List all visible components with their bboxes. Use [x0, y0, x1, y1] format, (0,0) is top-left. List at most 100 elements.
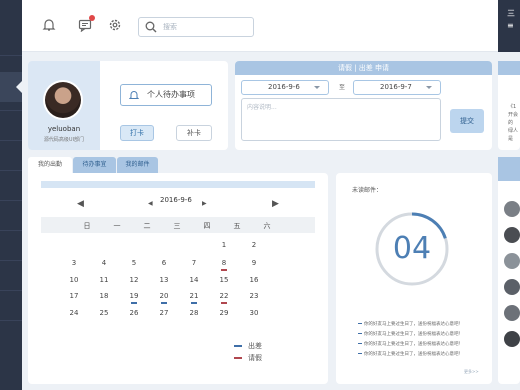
- contact-avatar[interactable]: [504, 279, 520, 295]
- mail-item[interactable]: 你的好友马上要过生日了，送份祝福表达心意吧！: [358, 341, 463, 347]
- calendar-day[interactable]: 18: [94, 292, 114, 300]
- avatar: [43, 80, 83, 120]
- submit-button[interactable]: 提交: [450, 109, 484, 133]
- sidebar-divider: [0, 140, 22, 141]
- search-input[interactable]: 搜索: [138, 17, 254, 37]
- right-panel-header: [498, 61, 520, 75]
- calendar-day[interactable]: 28: [184, 309, 204, 317]
- right-panel-text: 《1 开会的 绿人是: [508, 104, 519, 142]
- message-icon[interactable]: [78, 15, 95, 33]
- prev-month-icon[interactable]: ◀: [77, 199, 84, 209]
- calendar-day[interactable]: 14: [184, 276, 204, 284]
- calendar-day[interactable]: 25: [94, 309, 114, 317]
- start-date-select[interactable]: 2016-9-6: [241, 80, 329, 95]
- chevron-down-icon: [426, 86, 432, 92]
- sidebar-divider: [0, 55, 22, 56]
- calendar-day[interactable]: 17: [64, 292, 84, 300]
- calendar-day[interactable]: 15: [214, 276, 234, 284]
- calendar-day[interactable]: 23: [244, 292, 264, 300]
- top-bar: 搜索 三 ≡: [22, 0, 520, 52]
- calendar-day[interactable]: 30: [244, 309, 264, 317]
- legend-leave-swatch: [234, 357, 242, 359]
- calendar-day[interactable]: 21: [184, 292, 204, 300]
- right-panel-contacts: [498, 157, 520, 384]
- menu-icon: 三 ≡: [507, 9, 515, 30]
- search-placeholder: 搜索: [163, 23, 177, 31]
- username: yeluoban: [47, 125, 81, 133]
- more-link[interactable]: 更多>>: [464, 369, 479, 375]
- calendar-day[interactable]: 11: [94, 276, 114, 284]
- calendar-day[interactable]: 10: [64, 276, 84, 284]
- bell-icon[interactable]: [42, 17, 58, 33]
- prev-day-icon[interactable]: ◀: [148, 200, 153, 207]
- next-day-icon[interactable]: ▶: [202, 200, 207, 207]
- sidebar-item-active[interactable]: [0, 72, 22, 102]
- legend-leave: 请假: [234, 353, 262, 363]
- leave-request-card: 请假 | 出差 申请 2016-9-6 至 2016-9-7 内容说明... 提…: [235, 61, 492, 150]
- supplement-button[interactable]: 补卡: [176, 125, 212, 141]
- tab-mail[interactable]: 我的邮件: [117, 157, 158, 173]
- calendar-day[interactable]: 7: [184, 259, 204, 267]
- checkin-button[interactable]: 打卡: [120, 125, 154, 141]
- calendar-card: ◀ ◀ 2016-9-6 ▶ ▶ 日 一 二 三 四 五 六 123456789…: [28, 173, 328, 384]
- weekday-header: 日 一 二 三 四 五 六: [41, 217, 315, 233]
- calendar-day[interactable]: 9: [244, 259, 264, 267]
- calendar-day[interactable]: 24: [64, 309, 84, 317]
- end-date-value: 2016-9-7: [380, 83, 412, 91]
- calendar-day[interactable]: 4: [94, 259, 114, 267]
- calendar-day-trip-marker: [131, 302, 137, 304]
- todo-button[interactable]: 个人待办事项: [120, 84, 212, 106]
- calendar-day[interactable]: 27: [154, 309, 174, 317]
- calendar-day[interactable]: 22: [214, 292, 234, 300]
- calendar-day[interactable]: 26: [124, 309, 144, 317]
- contact-avatar[interactable]: [504, 227, 520, 243]
- contact-avatar[interactable]: [504, 253, 520, 269]
- start-date-value: 2016-9-6: [268, 83, 300, 91]
- calendar-day[interactable]: 2: [244, 241, 264, 249]
- calendar-day[interactable]: 5: [124, 259, 144, 267]
- calendar-day[interactable]: 6: [154, 259, 174, 267]
- sidebar-divider: [0, 320, 22, 321]
- gear-icon[interactable]: [108, 17, 124, 33]
- leave-header: 请假 | 出差 申请: [235, 61, 492, 75]
- mail-title: 未读邮件：: [352, 187, 383, 194]
- menu-corner[interactable]: 三 ≡: [498, 0, 520, 52]
- calendar-day[interactable]: 19: [124, 292, 144, 300]
- weekday-label: 六: [263, 222, 271, 230]
- reason-textarea[interactable]: 内容说明...: [241, 98, 441, 141]
- contact-avatar[interactable]: [504, 331, 520, 347]
- weekday-label: 五: [233, 222, 241, 230]
- calendar-day[interactable]: 3: [64, 259, 84, 267]
- sidebar-divider: [0, 230, 22, 231]
- contact-avatar[interactable]: [504, 305, 520, 321]
- mail-item-marker: [358, 323, 362, 324]
- notification-badge: [89, 15, 95, 21]
- calendar-day[interactable]: 8: [214, 259, 234, 267]
- legend-trip: 出差: [234, 341, 262, 351]
- calendar-day[interactable]: 16: [244, 276, 264, 284]
- unread-count: 04: [392, 231, 432, 266]
- calendar-day[interactable]: 12: [124, 276, 144, 284]
- mail-item[interactable]: 你的好友马上要过生日了，送份祝福表达心意吧！: [358, 331, 463, 337]
- calendar-day[interactable]: 1: [214, 241, 234, 249]
- search-icon: [145, 21, 157, 33]
- sidebar: [0, 0, 22, 390]
- weekday-label: 日: [83, 222, 91, 230]
- next-month-icon[interactable]: ▶: [272, 199, 279, 209]
- sidebar-divider: [0, 290, 22, 291]
- todo-label: 个人待办事项: [147, 90, 195, 99]
- tab-attendance[interactable]: 我的出勤: [28, 157, 72, 173]
- contact-avatar[interactable]: [504, 201, 520, 217]
- mail-item-marker: [358, 333, 362, 334]
- calendar-day[interactable]: 20: [154, 292, 174, 300]
- calendar-day[interactable]: 29: [214, 309, 234, 317]
- calendar-day-leave-marker: [221, 269, 227, 271]
- calendar-day[interactable]: 13: [154, 276, 174, 284]
- mail-item[interactable]: 你的好友马上要过生日了，送份祝福表达心意吧！: [358, 351, 463, 357]
- weekday-label: 二: [143, 222, 151, 230]
- tab-todo[interactable]: 待办事宜: [73, 157, 116, 173]
- current-date: 2016-9-6: [160, 196, 192, 204]
- mail-item[interactable]: 你的好友马上要过生日了，送份祝福表达心意吧！: [358, 321, 463, 327]
- end-date-select[interactable]: 2016-9-7: [353, 80, 441, 95]
- weekday-label: 四: [203, 222, 211, 230]
